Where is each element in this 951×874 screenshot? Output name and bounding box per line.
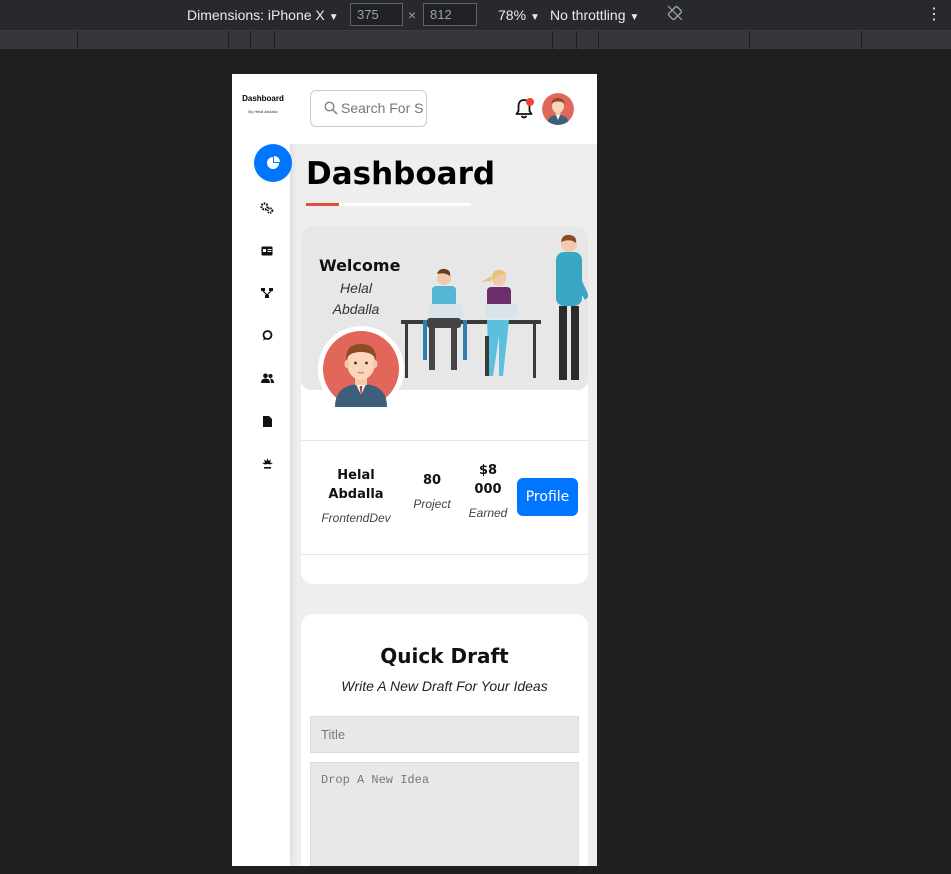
stat-earned: $8 000 Earned [465,461,511,520]
sidebar-item-plans[interactable] [232,444,302,482]
sidebar-item-files[interactable] [232,402,302,440]
avatar[interactable] [542,93,574,125]
height-field[interactable]: 812 [423,3,477,26]
files-icon [262,415,272,427]
notification-dot [526,98,534,106]
stat-name: Helal Abdalla FrontendDev [313,466,399,525]
device-label: Dimensions: iPhone X [187,7,325,23]
rotate-icon[interactable] [667,5,683,21]
sidebar-item-friends[interactable] [232,359,302,397]
caret-down-icon: ▼ [328,12,339,23]
notifications-button[interactable] [514,98,534,125]
sidebar-item-projects[interactable] [232,274,302,312]
sidebar: Dashboard By Helal Abdalla [232,74,292,866]
welcome-name: Helal Abdalla [332,280,380,317]
zoom-label: 78% [498,7,527,23]
stat-label: Project [413,497,451,511]
draft-idea-textarea[interactable] [310,762,579,866]
sidebar-brand: Dashboard [242,94,284,103]
more-vert-icon[interactable]: ⋮ [926,4,942,24]
throttle-selector[interactable]: No throttling ▼ [550,7,639,23]
quick-draft-title: Quick Draft [380,644,509,668]
title-underline [306,203,471,206]
welcome-avatar [318,326,404,412]
sidebar-byline: By Helal Abdalla [248,109,278,114]
caret-down-icon: ▼ [530,12,540,23]
caret-down-icon: ▼ [629,12,640,23]
zoom-selector[interactable]: 78% ▼ [498,7,540,23]
plans-icon [261,457,273,469]
team-illustration [401,234,588,380]
settings-gears-icon [260,202,274,214]
devtools-device-toolbar: Dimensions: iPhone X ▼ 375 × 812 78% ▼ No … [0,0,951,30]
welcome-card: Welcome Helal Abdalla Helal Abdalla Fron… [301,226,588,584]
stat-label: FrontendDev [321,511,391,525]
stat-label: Earned [468,506,508,520]
throttle-label: No throttling [550,7,626,23]
avatar-image [542,93,574,125]
profile-button[interactable]: Profile [517,478,578,516]
media-query-bar [0,30,951,50]
profile-card-icon [261,246,273,256]
search-box[interactable] [310,90,427,127]
sidebar-item-dashboard[interactable] [232,144,302,182]
device-selector[interactable]: Dimensions: iPhone X ▼ [187,7,339,23]
times-separator: × [408,7,417,23]
search-input[interactable] [341,100,423,116]
sidebar-item-settings[interactable] [232,189,302,227]
stat-value: Helal Abdalla [328,468,384,502]
courses-chat-icon [262,329,272,340]
avatar-image [323,331,399,407]
sidebar-item-profile[interactable] [232,232,302,270]
draft-title-input[interactable] [310,716,579,753]
page-title: Dashboard [306,156,496,192]
quick-draft-subtitle: Write A New Draft For Your Ideas [341,678,548,694]
friends-users-icon [260,373,274,383]
width-field[interactable]: 375 [350,3,403,26]
stat-value: $8 000 [474,463,502,497]
search-icon [324,101,338,115]
quick-draft-card: Quick Draft Write A New Draft For Your I… [301,614,588,866]
projects-diagram-icon [261,288,273,298]
device-viewport: Dashboard By Helal Abdalla Search For So… [232,74,597,866]
stat-projects: 80 Project [404,471,460,511]
top-header [290,74,597,144]
card-divider [301,440,588,441]
welcome-title: Welcome [319,256,401,275]
stat-value: 80 [422,473,442,488]
card-divider [301,554,588,555]
sidebar-item-courses[interactable] [232,316,302,354]
dashboard-pie-icon [267,156,280,169]
